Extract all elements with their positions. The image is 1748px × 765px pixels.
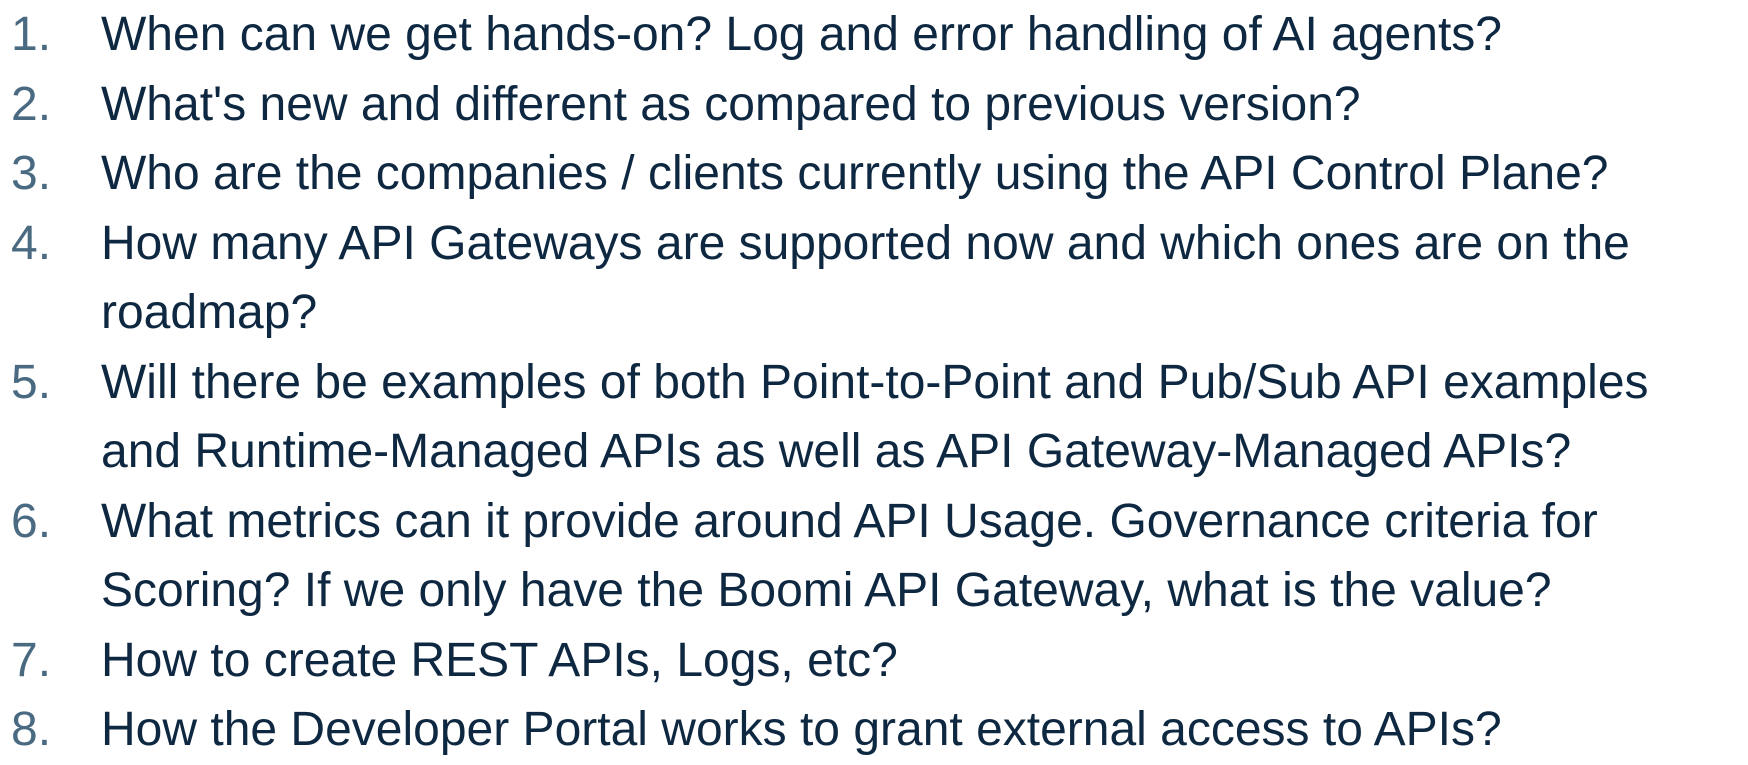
question-text: Will there be examples of both Point-to-… bbox=[101, 355, 1649, 409]
question-number: 4. bbox=[11, 216, 52, 270]
question-text: What's new and different as compared to … bbox=[101, 77, 1361, 131]
question-item-6: 6. What metrics can it provide around AP… bbox=[0, 487, 1748, 626]
question-text: Who are the companies / clients currentl… bbox=[101, 147, 1609, 200]
question-text: How the Developer Portal works to grant … bbox=[101, 703, 1502, 756]
question-item-3: 3. Who are the companies / clients curre… bbox=[0, 139, 1748, 209]
question-number: 8. bbox=[11, 703, 52, 756]
question-number: 3. bbox=[11, 147, 52, 200]
question-number: 7. bbox=[11, 633, 52, 687]
question-text: How to create REST APIs, Logs, etc? bbox=[101, 633, 898, 687]
question-item-5: 5. Will there be examples of both Point-… bbox=[0, 348, 1748, 487]
question-list: 1. When can we get hands-on? Log and err… bbox=[0, 0, 1748, 765]
question-item-4: 4. How many API Gateways are supported n… bbox=[0, 209, 1748, 348]
question-number: 1. bbox=[11, 8, 52, 61]
question-text: When can we get hands-on? Log and error … bbox=[101, 8, 1502, 61]
question-item-1: 1. When can we get hands-on? Log and err… bbox=[0, 0, 1748, 70]
question-number: 5. bbox=[11, 355, 52, 409]
question-text-continuation: roadmap? bbox=[101, 286, 318, 339]
question-item-8: 8. How the Developer Portal works to gra… bbox=[0, 695, 1748, 765]
question-item-2: 2. What's new and different as compared … bbox=[0, 70, 1748, 140]
question-item-7: 7. How to create REST APIs, Logs, etc? bbox=[0, 626, 1748, 696]
question-text: What metrics can it provide around API U… bbox=[101, 494, 1598, 548]
question-number: 6. bbox=[11, 494, 52, 548]
question-text-continuation: and Runtime-Managed APIs as well as API … bbox=[101, 425, 1572, 478]
question-text-continuation: Scoring? If we only have the Boomi API G… bbox=[101, 564, 1552, 617]
question-number: 2. bbox=[11, 77, 52, 131]
question-text: How many API Gateways are supported now … bbox=[101, 216, 1630, 270]
